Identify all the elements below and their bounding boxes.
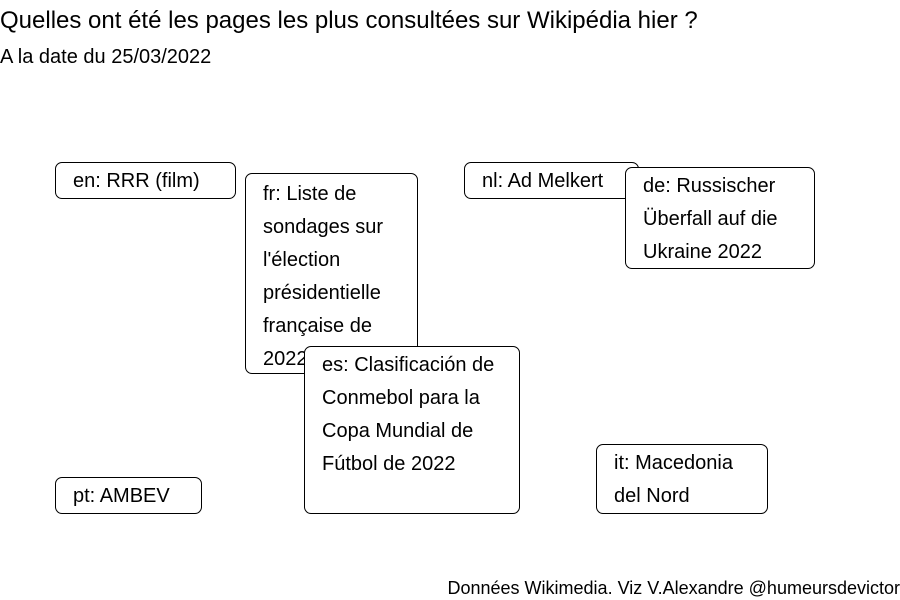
label-box-nl: nl: Ad Melkert [464,162,639,199]
label-box-de: de: Russischer Überfall auf die Ukraine … [625,167,815,269]
chart-caption: Données Wikimedia. Viz V.Alexandre @hume… [447,578,900,598]
label-box-pt: pt: AMBEV [55,477,202,514]
plot-area: en: RRR (film) fr: Liste de sondages sur … [0,0,900,600]
label-box-en: en: RRR (film) [55,162,236,199]
label-box-es: es: Clasificación de Conmebol para la Co… [304,346,520,514]
label-box-it: it: Macedonia del Nord [596,444,768,514]
label-box-fr: fr: Liste de sondages sur l'élection pré… [245,173,418,374]
